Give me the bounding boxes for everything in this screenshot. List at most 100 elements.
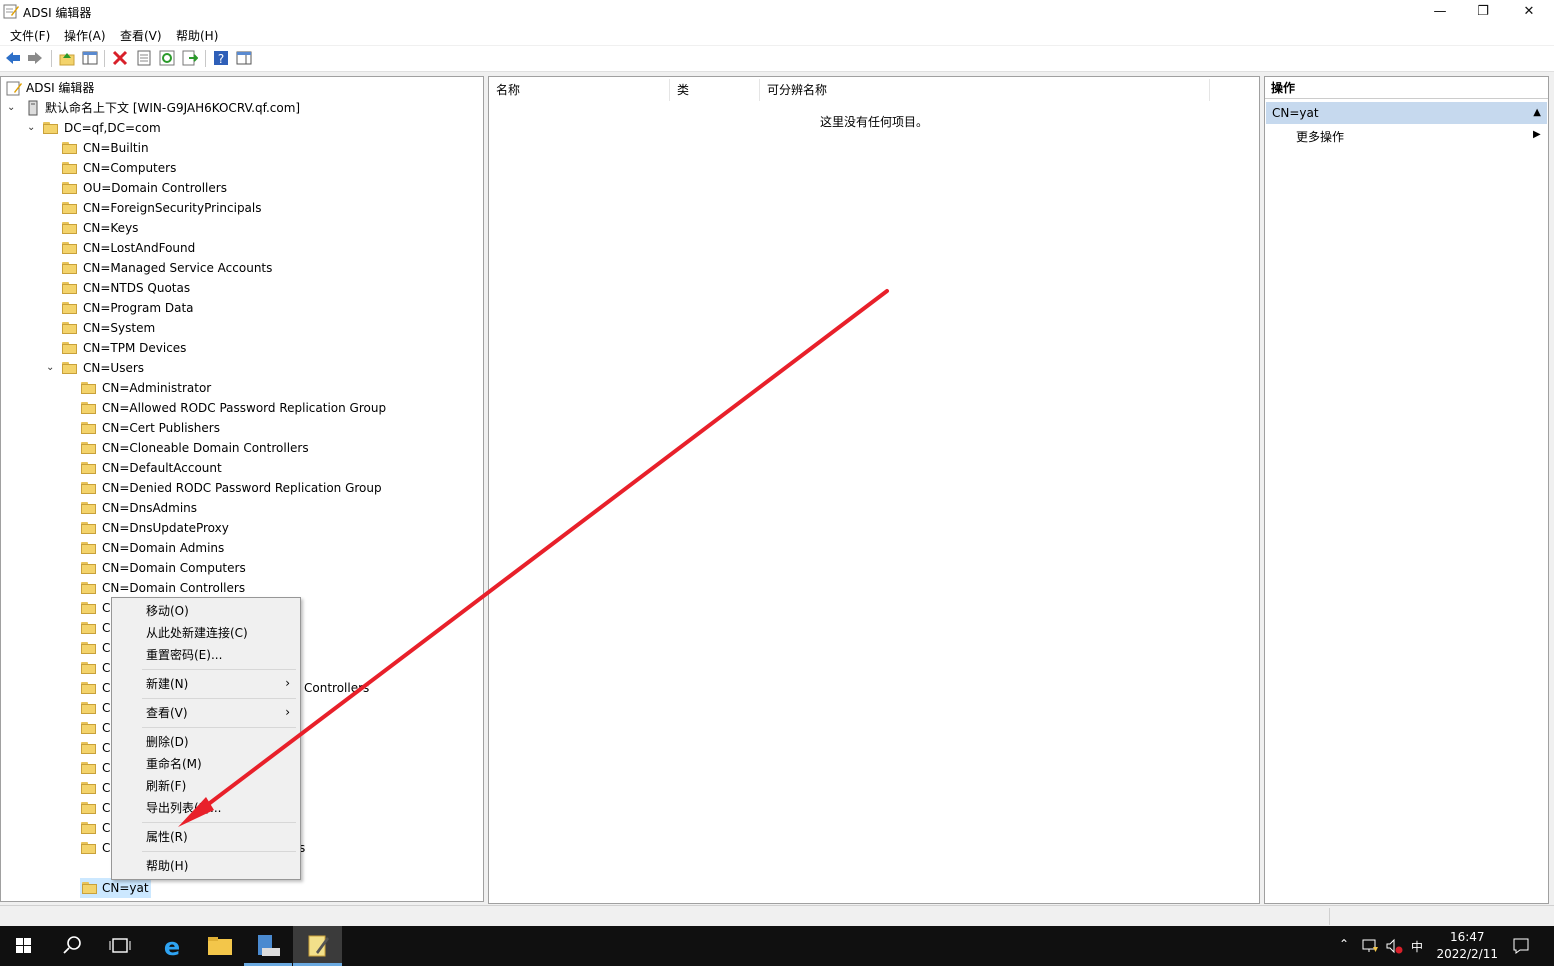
minimize-button[interactable]: — <box>1417 0 1463 23</box>
action-pane-title: 操作 <box>1265 77 1548 99</box>
context-menu: 移动(O) 从此处新建连接(C) 重置密码(E)... 新建(N) › 查看(V… <box>111 597 301 880</box>
ctx-new-connection[interactable]: 从此处新建连接(C) <box>146 622 248 644</box>
folder-icon <box>81 782 97 794</box>
ctx-new[interactable]: 新建(N) <box>146 673 298 695</box>
folder-icon <box>62 322 78 334</box>
ctx-view-label: 查看(V) <box>146 706 188 720</box>
svg-text:e: e <box>164 933 180 961</box>
folder-icon <box>81 542 97 554</box>
tree-item-label: CN=Cert Publishers <box>102 421 220 435</box>
internet-explorer-icon[interactable]: e <box>148 926 196 966</box>
tree-item-label: C <box>102 841 111 855</box>
show-action-pane-icon[interactable] <box>236 50 252 66</box>
tree-item-selected[interactable]: CN=yat <box>80 878 151 898</box>
title-bar: ADSI 编辑器 — ❐ ✕ <box>0 0 1554 23</box>
network-icon[interactable] <box>1361 937 1379 955</box>
server-icon <box>28 100 38 116</box>
help-icon[interactable]: ? <box>213 50 229 66</box>
ctx-reset-password[interactable]: 重置密码(E)... <box>146 644 222 666</box>
notification-icon[interactable] <box>1512 937 1530 955</box>
submenu-chevron-icon: › <box>285 705 290 719</box>
tree-item-label: CN=DnsUpdateProxy <box>102 521 229 535</box>
ime-indicator[interactable]: 中 <box>1411 938 1423 955</box>
back-icon[interactable] <box>5 50 21 66</box>
taskbar: e ⌃ 中 16:47 2022/2/11 <box>0 926 1554 966</box>
tree-item-label: CN=Domain Computers <box>102 561 246 575</box>
tree-root-label: ADSI 编辑器 <box>26 81 95 95</box>
tree-item-label: C <box>102 701 111 715</box>
adsi-app-icon <box>3 4 19 19</box>
tree-item-label: OU=Domain Controllers <box>83 181 227 195</box>
tree-item-label: CN=Keys <box>83 221 139 235</box>
tree-item-label: C <box>102 681 111 695</box>
menu-help[interactable]: 帮助(H) <box>176 27 218 44</box>
menu-separator <box>142 698 296 699</box>
tree-item-label: CN=Users <box>83 361 145 375</box>
folder-icon <box>81 622 97 634</box>
ctx-rename[interactable]: 重命名(M) <box>146 753 202 775</box>
collapse-chevron-icon[interactable]: ⌄ <box>27 118 35 138</box>
menu-separator <box>142 727 296 728</box>
tree-item-label: C <box>102 761 111 775</box>
adsi-app-icon[interactable] <box>294 926 342 966</box>
file-explorer-icon[interactable] <box>196 926 244 966</box>
properties-icon[interactable] <box>136 50 152 66</box>
delete-icon[interactable] <box>112 50 128 66</box>
menu-separator <box>142 669 296 670</box>
forward-icon[interactable] <box>27 50 43 66</box>
ctx-refresh[interactable]: 刷新(F) <box>146 775 186 797</box>
export-icon[interactable] <box>182 50 198 66</box>
column-header-dn[interactable]: 可分辨名称 <box>760 79 1210 101</box>
windows-start-icon[interactable] <box>0 926 48 966</box>
tree-item-label: CN=Computers <box>83 161 177 175</box>
task-view-icon[interactable] <box>96 926 144 966</box>
menu-action[interactable]: 操作(A) <box>64 27 106 44</box>
partial-row-text: Controllers <box>304 681 370 695</box>
column-header-name[interactable]: 名称 <box>489 79 670 101</box>
folder-icon <box>81 502 97 514</box>
tree-item-label: C <box>102 721 111 735</box>
up-folder-icon[interactable] <box>59 50 75 66</box>
folder-icon <box>81 742 97 754</box>
submenu-arrow-icon[interactable]: ▶ <box>1533 129 1541 140</box>
menu-bar: 文件(F) 操作(A) 查看(V) 帮助(H) <box>0 23 1554 45</box>
ctx-help[interactable]: 帮助(H) <box>146 855 188 877</box>
tree-item-label: C <box>102 641 111 655</box>
column-header-class[interactable]: 类 <box>670 79 760 101</box>
more-actions-label: 更多操作 <box>1296 130 1345 144</box>
folder-icon <box>81 762 97 774</box>
tree-item-label: CN=Domain Admins <box>102 541 225 555</box>
submenu-chevron-icon: › <box>285 676 290 690</box>
collapse-triangle-icon[interactable]: ▲ <box>1533 102 1541 124</box>
collapse-chevron-icon[interactable]: ⌄ <box>7 98 15 118</box>
tree-item-label: C <box>102 781 111 795</box>
folder-icon <box>81 802 97 814</box>
folder-icon <box>81 842 97 854</box>
status-bar <box>0 905 1554 927</box>
folder-icon <box>62 182 78 194</box>
folder-icon <box>81 602 97 614</box>
show-hide-tree-icon[interactable] <box>82 50 98 66</box>
refresh-icon[interactable] <box>159 50 175 66</box>
folder-icon <box>62 202 78 214</box>
collapse-chevron-icon[interactable]: ⌄ <box>46 358 54 378</box>
volume-muted-icon[interactable] <box>1385 937 1403 955</box>
server-manager-icon[interactable] <box>244 926 292 966</box>
menu-file[interactable]: 文件(F) <box>10 27 50 44</box>
ctx-view[interactable]: 查看(V) <box>146 702 188 724</box>
action-section-header[interactable]: CN=yat ▲ <box>1266 102 1547 124</box>
folder-icon <box>81 822 97 834</box>
ctx-move[interactable]: 移动(O) <box>146 600 189 622</box>
show-hidden-icons-icon[interactable]: ⌃ <box>1339 937 1349 951</box>
search-icon[interactable] <box>48 926 96 966</box>
more-actions-item[interactable]: 更多操作 <box>1296 128 1344 145</box>
ctx-properties[interactable]: 属性(R) <box>146 826 188 848</box>
ctx-delete[interactable]: 删除(D) <box>146 731 189 753</box>
folder-icon <box>81 402 97 414</box>
clock[interactable]: 16:47 2022/2/11 <box>1436 929 1498 963</box>
toolbar-separator <box>51 50 52 67</box>
restore-button[interactable]: ❐ <box>1460 0 1506 23</box>
ctx-export-list[interactable]: 导出列表(L)... <box>146 797 222 819</box>
menu-view[interactable]: 查看(V) <box>120 27 162 44</box>
close-button[interactable]: ✕ <box>1506 0 1552 23</box>
